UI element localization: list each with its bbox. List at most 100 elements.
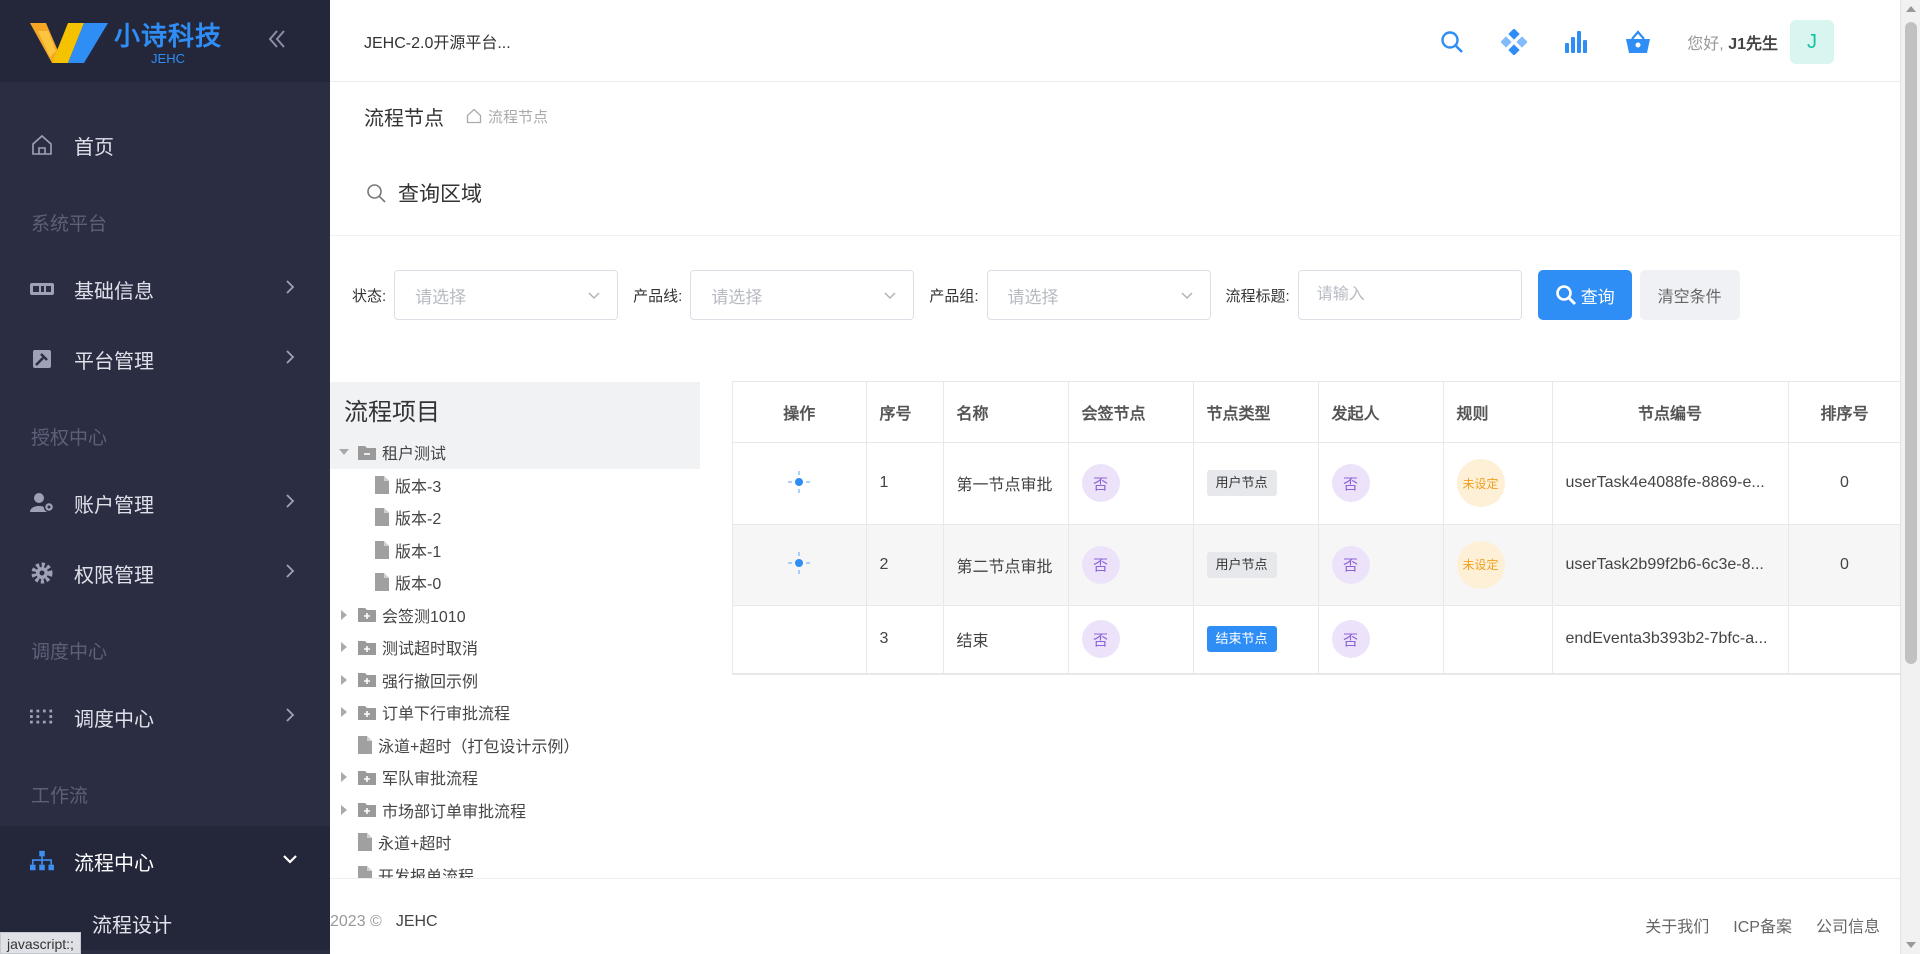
col-header-sign: 会签节点 <box>1068 382 1194 443</box>
home-icon <box>466 108 482 124</box>
avatar[interactable]: J <box>1790 20 1834 64</box>
sidebar-item-flow-center[interactable]: 流程中心 <box>0 826 330 896</box>
table-header-row: 操作 序号 名称 会签节点 节点类型 发起人 规则 节点编号 排序号 <box>733 382 1902 443</box>
tree-body: 租户测试版本-3 版本-2 版本-1 版本-0 会签测1010 测试超时取消强行撤回示例订… <box>330 436 700 878</box>
tree-node[interactable]: 版本-1 <box>330 534 700 567</box>
chart-icon[interactable] <box>1563 29 1589 55</box>
sign-badge: 否 <box>1081 620 1120 658</box>
file-icon <box>358 735 372 754</box>
apps-icon[interactable] <box>1501 29 1528 55</box>
scroll-down-arrow-icon[interactable] <box>1906 942 1916 948</box>
caret-right-icon[interactable] <box>338 674 350 686</box>
copyright: 2023 © JEHC <box>330 913 438 931</box>
footer-link-about[interactable]: 关于我们 <box>1645 913 1709 937</box>
tree-node[interactable]: 订单下行审批流程 <box>330 696 700 729</box>
tree-node[interactable]: 市场部订单审批流程 <box>330 794 700 827</box>
page-scrollbar[interactable] <box>1900 0 1920 954</box>
table-row[interactable]: 1 第一节点审批否用户节点否未设定 userTask4e4088fe-8869-e.… <box>733 442 1902 525</box>
content-panel: 查询区域 状态: 请选择 产品线: 请选择 产品组: 请选择 流程标题: 查询 <box>330 150 1902 878</box>
page-title: 流程节点 <box>364 107 444 130</box>
tree-node-label: 版本-0 <box>395 576 442 594</box>
sidebar-item-accounts[interactable]: 账户管理 <box>0 468 330 538</box>
tree-node[interactable]: 会签测1010 <box>330 599 700 632</box>
caret-right-icon[interactable] <box>338 609 350 621</box>
tree-node-label: 泳道+超时（打包设计示例） <box>378 738 580 756</box>
rule-badge: 未设定 <box>1456 459 1505 507</box>
footer-link-icp[interactable]: ICP备案 <box>1733 913 1792 937</box>
user-name: J1先生 <box>1728 36 1778 53</box>
scroll-up-arrow-icon[interactable] <box>1906 6 1916 12</box>
tree-node-label: 版本-2 <box>395 511 442 529</box>
menu-group-system: 系统平台 <box>31 214 108 235</box>
double-chevron-left-icon <box>268 30 285 48</box>
tree-node-label: 测试超时取消 <box>382 641 479 659</box>
tree-node[interactable]: 泳道+超时（打包设计示例） <box>330 729 700 762</box>
cell-sign: 否 <box>1068 605 1194 674</box>
table-row[interactable]: 3 结束否结束节点否 endEventa3b393b2-7bfc-a... <box>733 605 1902 674</box>
clear-button[interactable]: 清空条件 <box>1639 270 1740 320</box>
table-row[interactable]: 2 第二节点审批否用户节点否未设定 userTask2b99f2b6-6c3e-8.… <box>733 524 1902 606</box>
tree-node[interactable]: 永道+超时 <box>330 826 700 859</box>
tree-node-label: 订单下行审批流程 <box>382 706 511 724</box>
product-group-select[interactable]: 请选择 <box>986 270 1211 320</box>
breadcrumb: 流程节点 流程节点 <box>330 82 1900 150</box>
tree-node[interactable]: 强行撤回示例 <box>330 664 700 697</box>
tree-node-label: 租户测试 <box>382 446 447 464</box>
cell-type: 用户节点 <box>1193 524 1319 606</box>
breadcrumb-home-link[interactable]: 流程节点 <box>466 106 548 127</box>
sidebar-item-platform[interactable]: 平台管理 <box>0 324 330 394</box>
cell-sort: 0 <box>1788 442 1902 525</box>
search-button[interactable]: 查询 <box>1537 270 1632 320</box>
org-chart-icon <box>30 849 54 873</box>
cell-type: 结束节点 <box>1193 605 1319 674</box>
caret-right-icon[interactable] <box>338 771 350 783</box>
product-line-select[interactable]: 请选择 <box>690 270 915 320</box>
tree-node-label: 军队审批流程 <box>382 771 479 789</box>
gear-icon <box>30 561 54 585</box>
sidebar-item-label: 首页 <box>74 136 114 159</box>
scroll-thumb[interactable] <box>1905 22 1917 664</box>
status-select[interactable]: 请选择 <box>394 270 619 320</box>
tree-node[interactable]: 测试超时取消 <box>330 631 700 664</box>
folder-icon <box>358 770 376 785</box>
sidebar-item-home[interactable]: 首页 <box>0 110 330 180</box>
caret-down-icon[interactable] <box>338 446 350 458</box>
caret-right-icon[interactable] <box>338 706 350 718</box>
search-icon[interactable] <box>1439 29 1465 55</box>
chevron-right-icon <box>286 708 295 722</box>
cell-starter: 否 <box>1318 524 1444 606</box>
basket-icon[interactable] <box>1625 29 1651 55</box>
col-header-name: 名称 <box>943 382 1069 443</box>
cell-rule: 未设定 <box>1443 524 1553 606</box>
tree-node[interactable]: 版本-3 <box>330 469 700 502</box>
tree-node[interactable]: 版本-0 <box>330 566 700 599</box>
chevron-down-icon <box>884 292 896 300</box>
file-icon <box>375 573 389 592</box>
chevron-right-icon <box>286 280 295 294</box>
sidebar-item-label: 基础信息 <box>74 280 154 303</box>
sidebar-collapse-button[interactable] <box>264 26 290 52</box>
sidebar-item-scheduler[interactable]: 调度中心 <box>0 682 330 752</box>
sidebar-item-permissions[interactable]: 权限管理 <box>0 538 330 608</box>
col-header-rule: 规则 <box>1443 382 1553 443</box>
settings-icon[interactable] <box>784 548 814 578</box>
tree-node-label: 开发报单流程 <box>378 868 475 878</box>
tree-node[interactable]: 版本-2 <box>330 501 700 534</box>
settings-icon[interactable] <box>784 467 814 497</box>
footer-link-company[interactable]: 公司信息 <box>1816 913 1880 937</box>
sidebar-item-basic-info[interactable]: 基础信息 <box>0 254 330 324</box>
greeting-prefix: 您好, <box>1687 36 1724 53</box>
footer-brand[interactable]: JEHC <box>396 913 438 930</box>
caret-right-icon[interactable] <box>338 641 350 653</box>
tree-node[interactable]: 军队审批流程 <box>330 761 700 794</box>
app-root: 小诗科技 JEHC 首页 系统平台 基础信息 平台管理 授权中心 账户管理 权限… <box>0 0 1920 954</box>
flow-title-input[interactable] <box>1297 270 1522 320</box>
cell-code: userTask4e4088fe-8869-e... <box>1552 442 1789 525</box>
status-placeholder: 请选择 <box>415 287 467 307</box>
sidebar-menu: 首页 系统平台 基础信息 平台管理 授权中心 账户管理 权限管理 调度中心 调度… <box>0 82 330 950</box>
tree-node[interactable]: 租户测试 <box>330 436 700 469</box>
col-header-starter: 发起人 <box>1318 382 1444 443</box>
caret-right-icon[interactable] <box>338 804 350 816</box>
tree-title: 流程项目 <box>330 382 700 436</box>
tree-node[interactable]: 开发报单流程 <box>330 859 700 878</box>
